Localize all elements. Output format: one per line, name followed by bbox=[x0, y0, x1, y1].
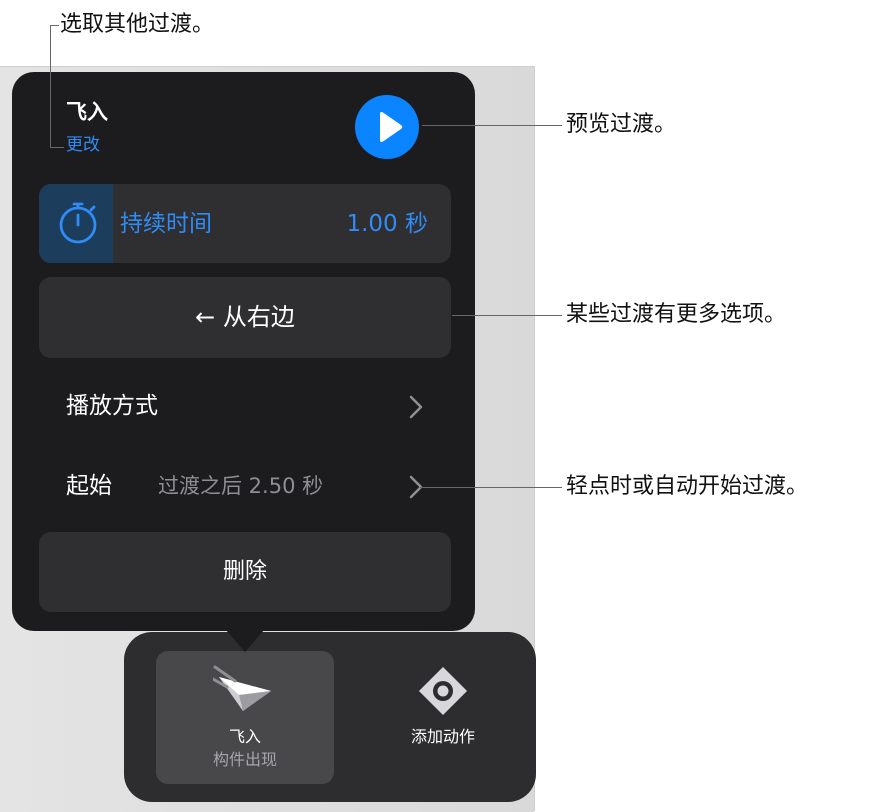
callout-start-mode: 轻点时或自动开始过渡。 bbox=[566, 474, 809, 499]
popover-arrow bbox=[226, 630, 264, 652]
callout-line bbox=[420, 487, 562, 488]
toolbar-item-fly-in[interactable]: 飞入 构件出现 bbox=[156, 651, 334, 784]
change-transition-link[interactable]: 更改 bbox=[66, 134, 100, 156]
callout-line bbox=[50, 147, 64, 148]
play-icon bbox=[380, 112, 403, 142]
duration-value: 1.00 秒 bbox=[346, 211, 428, 237]
direction-content: ← 从右边 bbox=[39, 301, 451, 333]
callout-choose-transition: 选取其他过渡。 bbox=[60, 12, 215, 37]
toolbar-item-add-action[interactable]: 添加动作 bbox=[354, 651, 532, 784]
duration-slider[interactable]: 持续时间 1.00 秒 bbox=[39, 184, 451, 263]
paper-plane-icon bbox=[211, 665, 277, 721]
callout-line bbox=[422, 125, 562, 126]
callout-preview: 预览过渡。 bbox=[566, 112, 677, 137]
delete-label: 删除 bbox=[222, 559, 267, 584]
start-mode-value: 过渡之后 2.50 秒 bbox=[158, 474, 324, 498]
playback-mode-row[interactable]: 播放方式 bbox=[12, 376, 475, 436]
chevron-right-icon bbox=[408, 394, 424, 424]
toolbar-item-label: 飞入 bbox=[228, 727, 261, 746]
toolbar-item-sublabel: 构件出现 bbox=[212, 750, 277, 769]
callout-line bbox=[452, 315, 562, 316]
start-mode-label: 起始 bbox=[66, 473, 112, 499]
stopwatch-icon bbox=[55, 200, 101, 250]
toolbar-item-label: 添加动作 bbox=[410, 727, 475, 746]
callout-line bbox=[50, 25, 59, 26]
direction-button[interactable]: ← 从右边 bbox=[39, 277, 451, 358]
animation-toolbar: 飞入 构件出现 添加动作 bbox=[124, 632, 536, 802]
callout-more-options: 某些过渡有更多选项。 bbox=[566, 302, 787, 327]
callout-line bbox=[50, 25, 51, 148]
action-target-icon bbox=[417, 665, 469, 721]
transition-title: 飞入 bbox=[66, 100, 108, 124]
delete-button[interactable]: 删除 bbox=[39, 532, 451, 612]
playback-mode-label: 播放方式 bbox=[66, 393, 158, 419]
transition-popover: 飞入 更改 持续时间 1.00 秒 ← 从右边 播放方式 起始 过渡之后 2.5… bbox=[12, 72, 475, 631]
preview-play-button[interactable] bbox=[355, 95, 419, 159]
direction-label: 从右边 bbox=[222, 303, 295, 331]
arrow-left-icon: ← bbox=[195, 303, 216, 331]
duration-label: 持续时间 bbox=[120, 211, 212, 237]
start-mode-row[interactable]: 起始 过渡之后 2.50 秒 bbox=[12, 456, 475, 516]
chevron-right-icon bbox=[408, 474, 424, 504]
